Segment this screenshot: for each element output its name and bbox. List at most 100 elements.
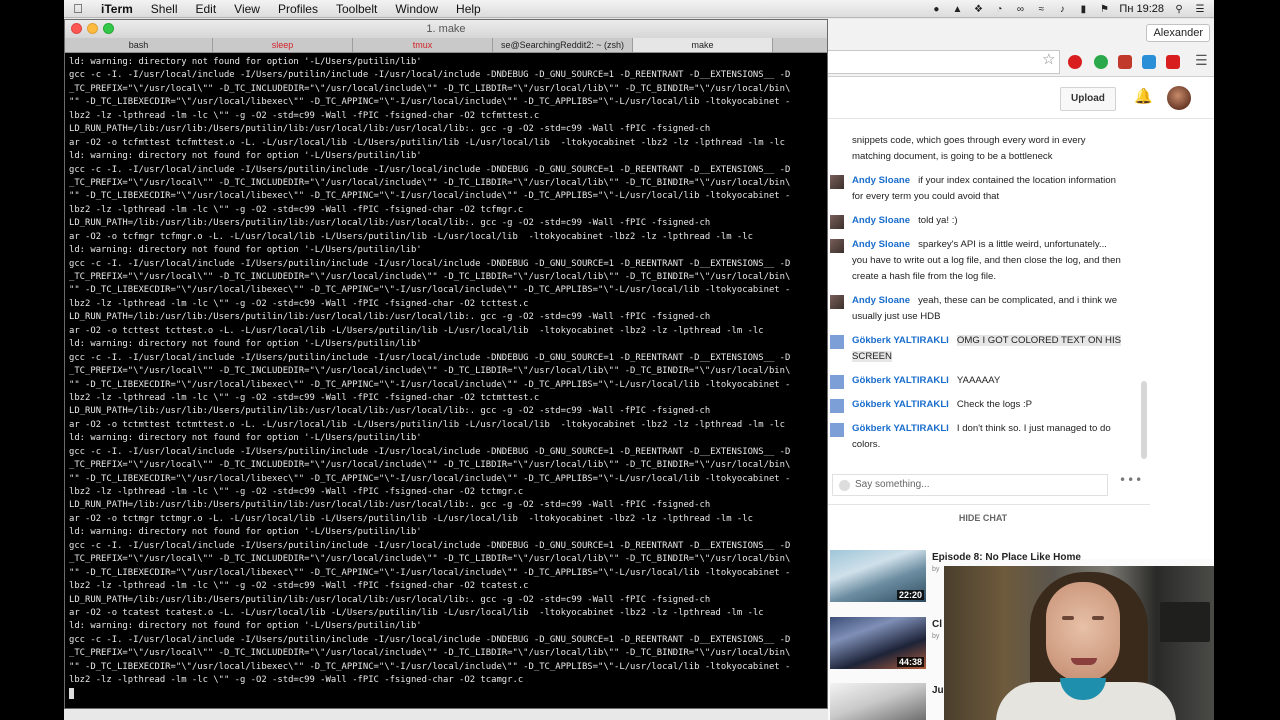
menu-toolbelt[interactable]: Toolbelt <box>327 2 386 16</box>
hide-chat-button[interactable]: HIDE CHAT <box>828 513 1138 523</box>
menu-app-name[interactable]: iTerm <box>92 2 142 16</box>
search-icon[interactable]: ⚲ <box>1173 3 1185 15</box>
clock[interactable]: Пн 19:28 <box>1119 3 1164 15</box>
minimize-button[interactable] <box>87 23 98 34</box>
address-bar[interactable] <box>828 50 1060 74</box>
zoom-button[interactable] <box>103 23 114 34</box>
terminal-line: _TC_PREFIX="\"/usr/local\"" -D_TC_INCLUD… <box>69 272 791 282</box>
menu-edit[interactable]: Edit <box>186 2 225 16</box>
terminal-line: ar -O2 -o tcfmgr tcfmgr.o -L. -L/usr/loc… <box>69 231 753 242</box>
tab-sleep[interactable]: sleep <box>213 38 353 52</box>
chat-message: Andy Sloane told ya! :) <box>852 213 1122 229</box>
chat-avatar[interactable] <box>830 215 844 229</box>
extension-icon[interactable] <box>1118 55 1132 69</box>
chat-avatar[interactable] <box>830 423 844 437</box>
chat-avatar[interactable] <box>830 399 844 413</box>
terminal-output[interactable]: ld: warning: directory not found for opt… <box>65 53 827 708</box>
terminal-line: ld: warning: directory not found for opt… <box>69 339 422 350</box>
status-area: ● ▲ ❖ ◔ ∞ ≈ ♪ ▮ ⚑ Пн 19:28 ⚲ ☰ <box>930 0 1206 18</box>
chat-author[interactable]: Gökberk YALTIRAKLI <box>852 375 949 386</box>
terminal-line: ld: warning: directory not found for opt… <box>69 527 422 538</box>
volume-icon[interactable]: ♪ <box>1056 3 1068 15</box>
menu-window[interactable]: Window <box>386 2 447 16</box>
evernote-extension-icon[interactable] <box>1094 55 1108 69</box>
terminal-line: gcc -c -I. -I/usr/local/include -I/Users… <box>69 164 791 175</box>
bookmark-star-icon[interactable]: ☆ <box>1042 50 1055 68</box>
video-thumbnail[interactable]: 44:38 <box>830 617 926 669</box>
chat-message: Gökberk YALTIRAKLI Check the logs :P <box>852 397 1122 413</box>
webcam-eye <box>1092 616 1104 620</box>
close-button[interactable] <box>71 23 82 34</box>
flag-icon[interactable]: ⚑ <box>1098 3 1110 15</box>
bell-icon[interactable]: ▲ <box>951 3 963 15</box>
menu-icon[interactable]: ☰ <box>1195 53 1208 69</box>
chat-author[interactable]: Andy Sloane <box>852 175 910 186</box>
browser-toolbar: ☆ ☰ <box>828 47 1214 77</box>
chat-message: Gökberk YALTIRAKLI YAAAAAY <box>852 373 1122 389</box>
terminal-line: _TC_PREFIX="\"/usr/local\"" -D_TC_INCLUD… <box>69 83 791 94</box>
chat-input[interactable]: Say something... <box>832 474 1108 496</box>
terminal-line: _TC_PREFIX="\"/usr/local\"" -D_TC_INCLUD… <box>69 460 791 471</box>
chat-author[interactable]: Gökberk YALTIRAKLI <box>852 399 949 410</box>
chat-text: told ya! :) <box>918 215 958 226</box>
bluetooth-icon[interactable]: ∞ <box>1014 3 1026 15</box>
terminal-line: ar -O2 -o tctmttest tctmttest.o -L. -L/u… <box>69 419 785 430</box>
video-thumbnail[interactable] <box>830 683 926 720</box>
terminal-line: gcc -c -I. -I/usr/local/include -I/Users… <box>69 446 791 457</box>
video-title[interactable]: Ju <box>932 685 944 696</box>
apple-icon[interactable]:  <box>64 1 92 16</box>
chat-author[interactable]: Andy Sloane <box>852 215 910 226</box>
terminal-line: ld: warning: directory not found for opt… <box>69 245 422 256</box>
letterbox-right <box>1214 0 1280 720</box>
chat-author[interactable]: Andy Sloane <box>852 239 910 250</box>
chat-avatar[interactable] <box>830 335 844 349</box>
video-duration: 22:20 <box>896 590 924 600</box>
tab-make[interactable]: make <box>633 38 773 52</box>
tab-zsh[interactable]: se@SearchingReddit2: ~ (zsh) <box>493 38 633 52</box>
chat-avatar[interactable] <box>830 239 844 253</box>
video-extension-icon[interactable] <box>1166 55 1180 69</box>
chat-scrollbar[interactable] <box>1141 381 1147 459</box>
tab-tmux[interactable]: tmux <box>353 38 493 52</box>
menu-shell[interactable]: Shell <box>142 2 187 16</box>
adblock-extension-icon[interactable] <box>1068 55 1082 69</box>
webcam-mouth <box>1071 658 1097 665</box>
chat-text: YAAAAAY <box>956 375 1001 386</box>
notifications-bell-icon[interactable]: 🔔 <box>1134 87 1153 105</box>
tab-bash[interactable]: bash <box>65 38 213 52</box>
dropbox-icon[interactable]: ❖ <box>972 3 984 15</box>
chat-author[interactable]: Andy Sloane <box>852 295 910 306</box>
github-icon[interactable]: ● <box>930 3 942 15</box>
video-title[interactable]: Episode 8: No Place Like Home <box>932 552 1081 563</box>
terminal-line: "" -D_TC_LIBEXECDIR="\"/usr/local/libexe… <box>69 661 791 672</box>
terminal-line: _TC_PREFIX="\"/usr/local\"" -D_TC_INCLUD… <box>69 366 791 377</box>
terminal-line: lbz2 -lz -lpthread -lm -lc \"" -g -O2 -s… <box>69 298 529 309</box>
upload-button[interactable]: Upload <box>1060 87 1116 111</box>
chat-author[interactable]: Gökberk YALTIRAKLI <box>852 335 949 346</box>
pocket-extension-icon[interactable] <box>1142 55 1156 69</box>
chat-avatar[interactable] <box>830 295 844 309</box>
video-title[interactable]: Cl <box>932 619 942 630</box>
more-options-icon[interactable]: ••• <box>1119 473 1143 487</box>
video-duration: 44:38 <box>896 657 924 667</box>
time-machine-icon[interactable]: ◔ <box>993 3 1005 15</box>
profile-button[interactable]: Alexander <box>1146 24 1210 42</box>
video-thumbnail[interactable]: 22:20 <box>830 550 926 602</box>
menu-view[interactable]: View <box>225 2 269 16</box>
terminal-line: LD_RUN_PATH=/lib:/usr/lib:/Users/putilin… <box>69 218 711 229</box>
menu-profiles[interactable]: Profiles <box>269 2 327 16</box>
menubar:  iTerm Shell Edit View Profiles Toolbel… <box>64 0 1214 18</box>
chat-author[interactable]: Gökberk YALTIRAKLI <box>852 423 949 434</box>
video-meta: by <box>932 633 940 640</box>
wifi-icon[interactable]: ≈ <box>1035 3 1047 15</box>
chat-avatar[interactable] <box>830 175 844 189</box>
menu-help[interactable]: Help <box>447 2 490 16</box>
browser-topbar: Alexander <box>828 19 1214 47</box>
list-icon[interactable]: ☰ <box>1194 3 1206 15</box>
divider <box>828 504 1150 505</box>
account-avatar[interactable] <box>1167 86 1191 110</box>
battery-icon[interactable]: ▮ <box>1077 3 1089 15</box>
terminal-titlebar[interactable]: 1. make <box>65 20 827 38</box>
terminal-line: gcc -c -I. -I/usr/local/include -I/Users… <box>69 70 791 81</box>
chat-avatar[interactable] <box>830 375 844 389</box>
